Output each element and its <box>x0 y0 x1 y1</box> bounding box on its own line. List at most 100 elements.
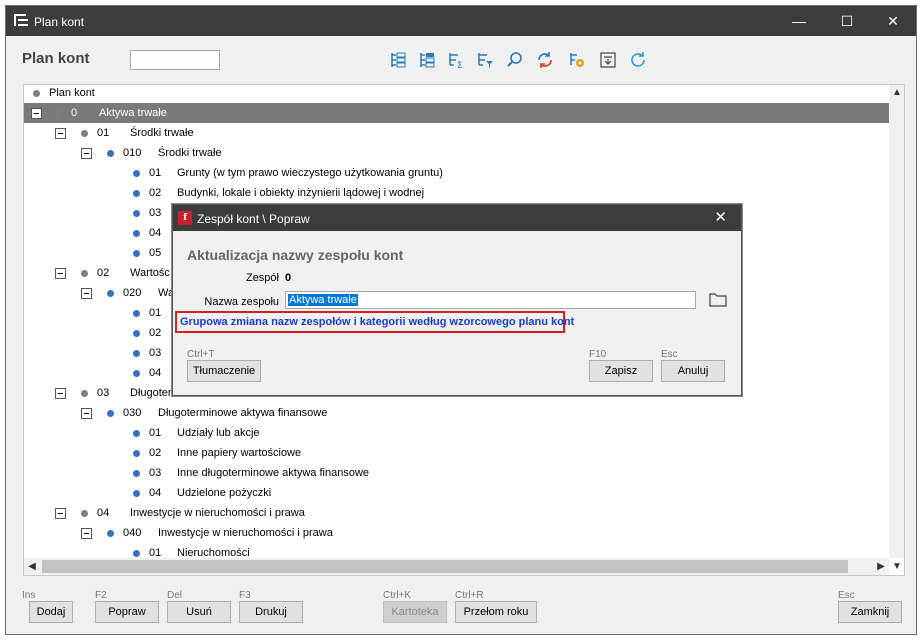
account-code: 020 <box>123 287 142 299</box>
tree-row[interactable]: 03 Inne długoterminowe aktywa finansowe <box>24 463 889 483</box>
node-dot-icon <box>107 150 114 157</box>
card-button[interactable]: Kartoteka <box>383 601 447 623</box>
export-icon[interactable] <box>599 51 617 69</box>
scroll-thumb[interactable] <box>42 560 848 573</box>
window-title: Plan kont <box>34 15 85 29</box>
node-dot-icon <box>133 470 140 477</box>
app-logo-icon: f <box>178 211 192 225</box>
tree-row[interactable]: 04 Udzielone pożyczki <box>24 483 889 503</box>
collapse-toggle-icon[interactable] <box>55 128 66 139</box>
node-dot-icon <box>133 250 140 257</box>
maximize-button[interactable]: ☐ <box>824 6 870 36</box>
search-icon[interactable] <box>506 51 524 69</box>
tree-row[interactable]: 010 Środki trwałe <box>24 143 889 163</box>
edit-button[interactable]: Popraw <box>95 601 159 623</box>
tree-row[interactable]: 01 Udziały lub akcje <box>24 423 889 443</box>
add-button[interactable]: Dodaj <box>29 601 73 623</box>
account-name: Udziały lub akcje <box>177 427 260 439</box>
account-code: 02 <box>149 447 162 459</box>
node-dot-icon <box>33 90 40 97</box>
account-code: 01 <box>97 127 110 139</box>
team-name-value: Aktywa trwałe <box>288 294 358 306</box>
node-dot-icon <box>107 410 114 417</box>
scroll-right-icon[interactable]: ▶ <box>873 559 889 575</box>
account-name: Inne papiery wartościowe <box>177 447 302 459</box>
cancel-button[interactable]: Anuluj <box>661 360 725 382</box>
team-name-input[interactable]: Aktywa trwałe <box>285 291 696 309</box>
tree-row[interactable]: 01 Grunty (w tym prawo wieczystego użytko… <box>24 163 889 183</box>
account-code: 02 <box>97 267 110 279</box>
tree-row[interactable]: 02 Budynki, lokale i obiekty inżynierii l… <box>24 183 889 203</box>
node-dot-icon <box>133 310 140 317</box>
settings-folder-icon[interactable] <box>568 51 586 69</box>
account-code: 04 <box>149 367 162 379</box>
tree-row[interactable]: 040 Inwestycje w nieruchomości i prawa <box>24 523 889 543</box>
save-button[interactable]: Zapisz <box>589 360 653 382</box>
collapse-toggle-icon[interactable] <box>81 408 92 419</box>
tree-collapse-icon[interactable] <box>418 51 436 69</box>
tree-row[interactable]: 01 Środki trwałe <box>24 123 889 143</box>
minimize-button[interactable]: — <box>776 6 822 36</box>
account-code: 04 <box>149 227 162 239</box>
collapse-toggle-icon[interactable] <box>55 388 66 399</box>
tree-sum-icon[interactable]: Σ <box>447 51 465 71</box>
node-dot-icon <box>133 370 140 377</box>
tree-row[interactable]: 02 Inne papiery wartościowe <box>24 443 889 463</box>
account-name: Środki trwałe <box>130 127 194 139</box>
folder-icon[interactable] <box>709 291 727 307</box>
tree-expand-icon[interactable] <box>389 51 407 69</box>
account-name: Środki trwałe <box>158 147 222 159</box>
svg-text:Σ: Σ <box>457 61 463 69</box>
collapse-toggle-icon[interactable] <box>31 108 42 119</box>
collapse-toggle-icon[interactable] <box>55 268 66 279</box>
collapse-toggle-icon[interactable] <box>81 288 92 299</box>
account-code: 05 <box>149 247 162 259</box>
tree-row[interactable]: 0 Aktywa trwałe <box>24 103 889 123</box>
title-bar: Plan kont — ☐ ✕ <box>6 6 916 36</box>
year-end-button[interactable]: Przełom roku <box>455 601 537 623</box>
tree-filter-icon[interactable] <box>476 51 494 69</box>
hotkey-print: F3 <box>239 590 251 601</box>
node-dot-icon <box>107 290 114 297</box>
group-rename-link[interactable]: Grupowa zmiana nazw zespołów i kategorii… <box>180 316 574 328</box>
print-button[interactable]: Drukuj <box>239 601 303 623</box>
account-code: 03 <box>149 207 162 219</box>
account-code: 040 <box>123 527 142 539</box>
tree-row[interactable]: 030 Długoterminowe aktywa finansowe <box>24 403 889 423</box>
account-name: Grunty (w tym prawo wieczystego użytkowa… <box>177 167 443 179</box>
account-code: 01 <box>149 307 162 319</box>
dialog-close-icon[interactable]: ✕ <box>714 208 727 226</box>
search-input[interactable] <box>130 50 220 70</box>
account-code: 010 <box>123 147 142 159</box>
account-code: 01 <box>149 427 162 439</box>
hotkey-add: Ins <box>22 590 36 601</box>
sync-icon[interactable] <box>536 51 554 69</box>
close-window-button[interactable]: Zamknij <box>838 601 902 623</box>
delete-button[interactable]: Usuń <box>167 601 231 623</box>
scroll-down-icon[interactable]: ▼ <box>889 559 904 575</box>
vertical-scrollbar[interactable]: ▲ <box>889 85 904 558</box>
account-code: 02 <box>149 327 162 339</box>
dialog-heading: Aktualizacja nazwy zespołu kont <box>187 247 404 263</box>
hotkey-close: Esc <box>838 590 855 601</box>
node-dot-icon <box>133 210 140 217</box>
scroll-up-icon[interactable]: ▲ <box>889 85 904 101</box>
close-button[interactable]: ✕ <box>870 6 916 36</box>
refresh-icon[interactable] <box>629 51 647 69</box>
hotkey-year-end: Ctrl+R <box>455 590 484 601</box>
collapse-toggle-icon[interactable] <box>55 508 66 519</box>
tree-root[interactable]: Plan kont <box>24 85 889 103</box>
hotkey-save: F10 <box>589 349 607 360</box>
account-code: 04 <box>97 507 110 519</box>
account-code: 02 <box>149 187 162 199</box>
collapse-toggle-icon[interactable] <box>81 528 92 539</box>
tree-row[interactable]: 04 Inwestycje w nieruchomości i prawa <box>24 503 889 523</box>
scroll-left-icon[interactable]: ◀ <box>24 559 40 575</box>
hotkey-edit: F2 <box>95 590 107 601</box>
node-dot-icon <box>81 130 88 137</box>
translate-button[interactable]: Tłumaczenie <box>187 360 261 382</box>
collapse-toggle-icon[interactable] <box>81 148 92 159</box>
account-code: 03 <box>149 467 162 479</box>
horizontal-scrollbar[interactable]: ◀ ▶ <box>24 558 889 575</box>
group-rename-link-box: Grupowa zmiana nazw zespołów i kategorii… <box>175 311 574 333</box>
